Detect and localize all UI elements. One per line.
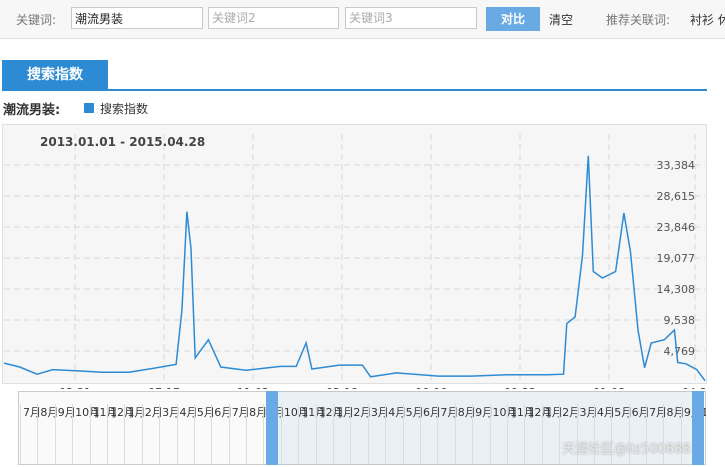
y-tick-label: 28,615	[657, 190, 696, 203]
keyword1-input[interactable]	[71, 7, 203, 29]
watermark: 天涯社区@liz500888	[562, 442, 691, 457]
navigator-month: 4月	[176, 404, 198, 464]
y-tick-label: 14,308	[657, 283, 696, 296]
navigator-month: 11月	[298, 404, 326, 464]
y-tick-label: 4,769	[664, 345, 696, 358]
search-index-chart: 2013.01.01 - 2015.04.28 33,384 28,615 23,8…	[3, 134, 707, 389]
navigator-month: 9月	[472, 404, 493, 464]
navigator-month: 2月	[350, 404, 371, 464]
x-tick-label: 07-17	[148, 386, 180, 389]
x-tick-label: 02-18	[326, 386, 358, 389]
recommend-words[interactable]: 衬衫 休	[690, 11, 725, 28]
navigator-month: 12月	[315, 404, 344, 464]
x-tick-label: 06-06	[415, 386, 447, 389]
navigator-month: 8月	[37, 404, 58, 464]
navigator-month: 3月	[367, 404, 389, 464]
legend-series-label[interactable]: 搜索指数	[100, 100, 148, 117]
navigator-month: 1月	[124, 404, 145, 464]
legend-title: 潮流男装:	[3, 103, 61, 118]
y-tick-label: 19,077	[657, 252, 696, 265]
y-tick-label: 23,846	[657, 221, 696, 234]
navigator-left-handle[interactable]	[266, 391, 278, 465]
tab-search-index[interactable]: 搜索指数	[2, 60, 108, 90]
series-line-search-index	[3, 155, 706, 382]
navigator-month: 4月	[385, 404, 406, 464]
navigator-month: 6月	[211, 404, 232, 464]
navigator-month: 7月	[20, 404, 41, 464]
navigator-month: 10月	[489, 404, 518, 464]
navigator-month: 11月	[506, 404, 535, 464]
navigator-month: 1月	[333, 404, 354, 464]
navigator-month: 9月	[54, 404, 76, 464]
navigator-right-handle[interactable]	[692, 391, 704, 465]
compare-button[interactable]: 对比	[486, 7, 540, 31]
y-tick-label: 9,538	[664, 314, 696, 327]
chart-grid	[4, 134, 705, 382]
navigator-month: 8月	[454, 404, 476, 464]
x-tick-label: 01-08	[593, 386, 625, 389]
navigator-month: 5月	[193, 404, 215, 464]
legend-swatch-icon	[84, 103, 94, 113]
keyword2-input[interactable]	[208, 7, 339, 29]
navigator-month: 3月	[159, 404, 180, 464]
x-tick-label: 03-31	[59, 386, 91, 389]
keyword-label: 关键词:	[16, 13, 57, 27]
navigator-month: 2月	[141, 404, 163, 464]
search-toolbar: 关键词: 对比 清空 推荐关联词: 衬衫 休	[0, 0, 725, 39]
navigator-month: 8月	[246, 404, 267, 464]
x-axis-ticks: 03-31 07-17 11-02 02-18 06-06 09-22 01-08 04-2	[59, 386, 707, 389]
navigator-month: 12月	[524, 404, 552, 464]
y-axis-ticks: 33,384 28,615 23,846 19,077 14,308 9,538 4,769	[657, 159, 696, 358]
navigator-month: 6月	[419, 404, 441, 464]
navigator-month: 10月	[72, 404, 100, 464]
navigator-month: 5月	[402, 404, 424, 464]
navigator-month: 12月	[106, 404, 135, 464]
recommend-label: 推荐关联词:	[606, 13, 671, 27]
x-tick-label: 04-2	[682, 386, 707, 389]
navigator-month: 7月	[228, 404, 250, 464]
x-tick-label: 11-02	[237, 386, 269, 389]
keyword3-input[interactable]	[345, 7, 477, 29]
chart-date-range: 2013.01.01 - 2015.04.28	[40, 135, 205, 149]
navigator-month: 7月	[437, 404, 458, 464]
tab-underline	[2, 89, 707, 91]
y-tick-label: 33,384	[657, 159, 696, 172]
navigator-month: 1月	[541, 404, 563, 464]
clear-link[interactable]: 清空	[549, 11, 573, 28]
navigator-month: 10月	[280, 404, 309, 464]
x-tick-label: 09-22	[504, 386, 536, 389]
navigator-month: 11月	[89, 404, 118, 464]
